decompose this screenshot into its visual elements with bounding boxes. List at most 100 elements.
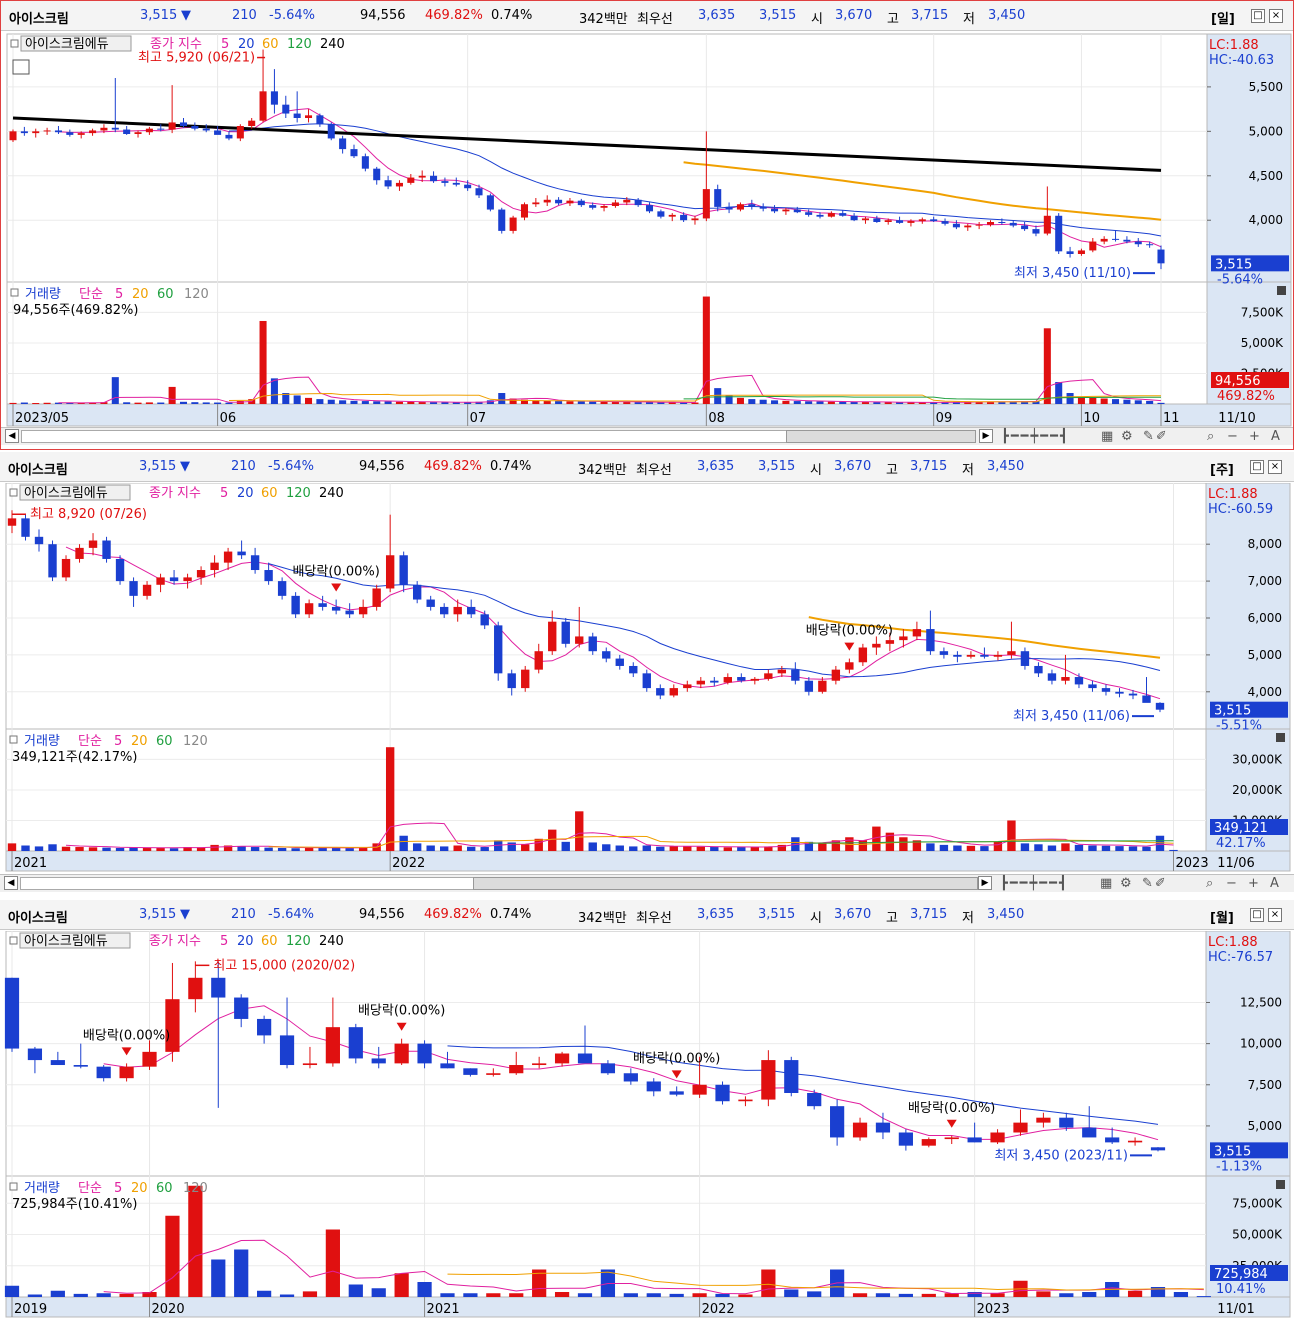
volume-bar[interactable] [629, 846, 638, 851]
volume-bar[interactable] [509, 1293, 524, 1297]
volume-bar[interactable] [1115, 846, 1124, 851]
close-icon[interactable]: × [1268, 460, 1282, 474]
volume-bar[interactable] [277, 847, 287, 851]
candle[interactable] [348, 1023, 363, 1064]
price-legend[interactable]: 아이스크림에듀 종가 지수 5 20 60 120 240 [9, 484, 344, 501]
volume-bar[interactable] [257, 1290, 272, 1297]
volume-bar[interactable] [145, 402, 153, 404]
volume-bar[interactable] [305, 397, 313, 404]
search-icon[interactable]: ⌕ [1207, 429, 1216, 444]
volume-bar[interactable] [7, 843, 17, 851]
volume-bar[interactable] [807, 1291, 822, 1297]
volume-bar[interactable] [782, 400, 790, 404]
volume-bar[interactable] [237, 846, 246, 851]
volume-bar[interactable] [225, 402, 233, 404]
volume-bar[interactable] [710, 847, 719, 851]
volume-bar[interactable] [48, 844, 57, 851]
volume-bar[interactable] [214, 402, 222, 404]
candle[interactable] [521, 665, 530, 692]
volume-bar[interactable] [327, 399, 335, 404]
volume-bar[interactable] [898, 1293, 913, 1297]
volume-bar[interactable] [656, 846, 665, 851]
minus-icon[interactable]: − [1226, 876, 1239, 891]
volume-bar[interactable] [873, 402, 881, 404]
volume-bar[interactable] [588, 842, 597, 851]
volume-bar[interactable] [157, 402, 165, 404]
volume-bar[interactable] [4, 1285, 20, 1297]
volume-bar[interactable] [872, 826, 881, 851]
volume-bar[interactable] [20, 402, 28, 404]
restore-icon[interactable]: □ [1250, 908, 1264, 922]
volume-bar[interactable] [521, 844, 530, 851]
volume-bar[interactable] [761, 1269, 776, 1298]
volume-bar[interactable] [407, 401, 415, 404]
volume-bar[interactable] [1155, 835, 1165, 851]
volume-bar[interactable] [715, 1293, 730, 1297]
volume-bar[interactable] [702, 296, 710, 404]
volume-bar[interactable] [210, 844, 219, 851]
volume-bar[interactable] [165, 1215, 180, 1297]
volume-bar[interactable] [642, 845, 651, 851]
volume-bar[interactable] [1146, 400, 1154, 404]
volume-bar[interactable] [302, 1291, 318, 1297]
volume-bar[interactable] [385, 747, 395, 851]
volume-bar[interactable] [1089, 397, 1097, 404]
scroll-right-icon[interactable]: ▶ [978, 876, 992, 890]
volume-bar[interactable] [884, 402, 892, 404]
volume-bar[interactable] [850, 401, 858, 404]
volume-bar[interactable] [784, 1289, 799, 1298]
restore-icon[interactable]: □ [1250, 460, 1264, 474]
candle[interactable] [115, 555, 125, 585]
chart-scrollbar[interactable]: ◀ ▶ ┣━━┿━━┫ ▦ ⚙ ✎✐ ⌕ − + A [0, 874, 1294, 892]
volume-bar[interactable] [1127, 1290, 1143, 1297]
volume-bar[interactable] [818, 843, 827, 851]
volume-bar[interactable] [440, 846, 449, 851]
volume-bar[interactable] [293, 395, 301, 404]
font-icon[interactable]: A [1270, 876, 1281, 891]
volume-bar[interactable] [21, 845, 30, 851]
volume-bar[interactable] [939, 844, 949, 851]
volume-bar[interactable] [1066, 393, 1074, 404]
volume-bar[interactable] [645, 402, 654, 404]
volume-bar[interactable] [467, 846, 476, 851]
candle[interactable] [494, 621, 503, 681]
volume-bar[interactable] [1101, 845, 1111, 851]
grid-icon[interactable] [12, 59, 30, 75]
volume-bar[interactable] [1173, 1292, 1189, 1297]
volume-bar[interactable] [88, 847, 98, 851]
volume-bar[interactable] [270, 378, 278, 404]
volume-bar[interactable] [384, 401, 392, 404]
volume-bar[interactable] [1157, 402, 1165, 404]
volume-bar[interactable] [115, 847, 125, 851]
volume-bar[interactable] [507, 842, 516, 851]
volume-bar[interactable] [102, 847, 111, 851]
volume-bar[interactable] [736, 397, 744, 404]
volume-bar[interactable] [168, 386, 176, 404]
volume-bar[interactable] [669, 1293, 684, 1297]
volume-bar[interactable] [441, 402, 449, 404]
minus-icon[interactable]: − [1227, 429, 1240, 444]
volume-bar[interactable] [852, 1293, 868, 1297]
volume-bar[interactable] [250, 847, 260, 851]
candle[interactable] [21, 514, 30, 541]
candle[interactable] [509, 215, 517, 234]
volume-bar[interactable] [123, 402, 131, 404]
volume-bar[interactable] [611, 401, 619, 404]
volume-bar[interactable] [816, 401, 824, 404]
candle[interactable] [9, 129, 17, 142]
volume-bar[interactable] [839, 401, 847, 404]
volume-bar[interactable] [737, 847, 746, 851]
volume-bar[interactable] [191, 402, 199, 404]
close-icon[interactable]: × [1269, 9, 1283, 23]
grid-icon[interactable]: ▦ [1101, 429, 1115, 444]
volume-bar[interactable] [1123, 399, 1131, 404]
volume-bar[interactable] [793, 401, 801, 404]
volume-bar[interactable] [1043, 328, 1051, 404]
volume-bar[interactable] [291, 848, 300, 851]
volume-bar[interactable] [1169, 849, 1178, 851]
volume-bar[interactable] [331, 847, 341, 851]
volume-bar[interactable] [646, 1293, 661, 1297]
volume-bar[interactable] [418, 402, 426, 404]
scroll-left-icon[interactable]: ◀ [4, 876, 18, 890]
volume-bar[interactable] [480, 847, 489, 851]
